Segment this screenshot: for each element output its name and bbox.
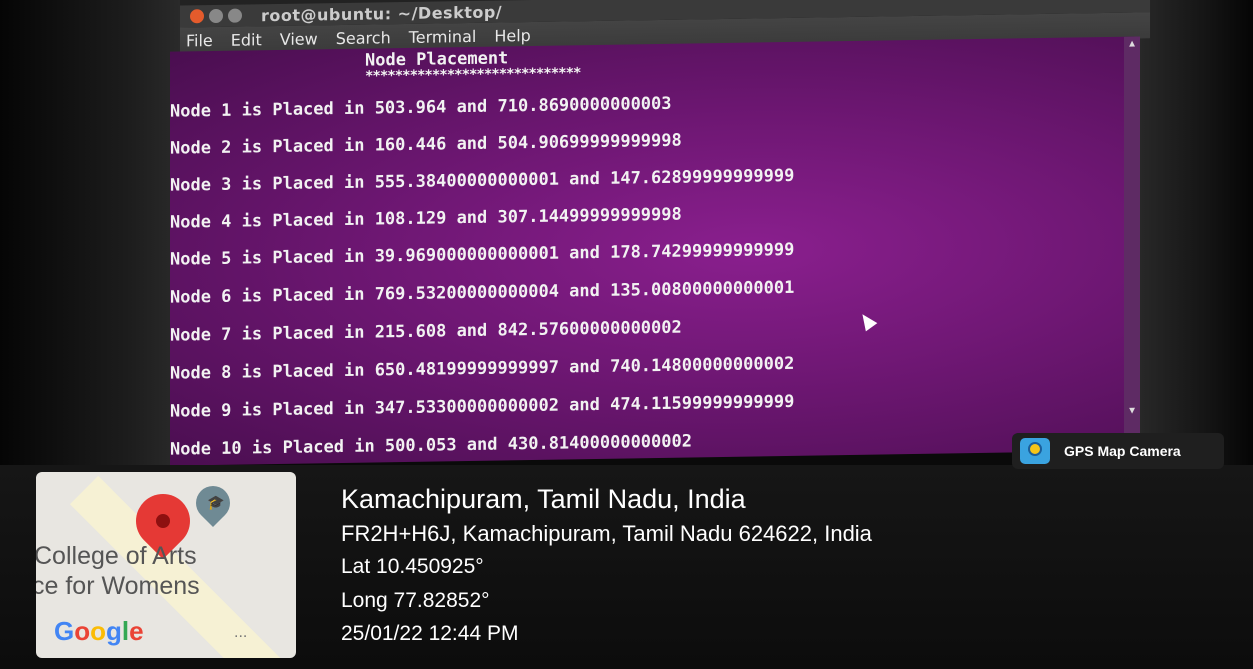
output-line-10: Node 10 is Placed in 500.053 and 430.814… [170,431,692,460]
scroll-down-icon[interactable]: ▼ [1127,405,1137,416]
output-line-7: Node 7 is Placed in 215.608 and 842.5760… [170,317,682,346]
menu-search[interactable]: Search [336,28,391,48]
graduation-cap-icon: 🎓 [207,494,225,510]
output-line-9: Node 9 is Placed in 347.53300000000002 a… [170,391,795,422]
terminal-window: root@ubuntu: ~/Desktop/ File Edit View S… [150,0,1160,466]
map-dots: ... [234,624,248,641]
output-line-2: Node 2 is Placed in 160.446 and 504.9069… [170,130,682,159]
location-datetime: 25/01/22 12:44 PM [341,622,519,645]
map-thumbnail: 🎓 College of Arts ce for Womens Google .… [36,472,296,658]
map-place-label-2: ce for Womens [36,572,200,600]
location-latitude: Lat 10.450925° [341,555,484,578]
output-line-1: Node 1 is Placed in 503.964 and 710.8690… [170,93,672,122]
minimize-icon[interactable] [209,8,223,24]
mouse-cursor-icon [856,310,878,332]
location-place: Kamachipuram, Tamil Nadu, India [341,484,746,514]
output-line-8: Node 8 is Placed in 650.48199999999997 a… [170,353,795,384]
menu-view[interactable]: View [280,29,318,49]
google-logo: Google [54,616,144,646]
close-icon[interactable] [190,9,204,24]
output-separator: ***************************** [365,65,581,85]
output-line-3: Node 3 is Placed in 555.38400000000001 a… [170,165,795,196]
menu-terminal[interactable]: Terminal [409,26,477,46]
gps-camera-icon [1020,438,1050,464]
output-line-6: Node 6 is Placed in 769.53200000000004 a… [170,277,795,308]
menu-file[interactable]: File [186,31,213,50]
terminal-scrollbar[interactable]: ▲ ▼ [1124,36,1140,451]
map-place-label-1: College of Arts [36,542,197,570]
gps-camera-label: GPS Map Camera [1064,443,1181,459]
menu-help[interactable]: Help [494,26,530,46]
gps-camera-badge: GPS Map Camera [1012,433,1224,469]
terminal-output[interactable]: Node Placement *************************… [170,36,1140,466]
window-title: root@ubuntu: ~/Desktop/ [261,1,503,25]
output-line-5: Node 5 is Placed in 39.969000000000001 a… [170,239,795,270]
location-address: FR2H+H6J, Kamachipuram, Tamil Nadu 62462… [341,521,872,546]
maximize-icon[interactable] [228,8,242,23]
menu-edit[interactable]: Edit [231,30,262,49]
scroll-up-icon[interactable]: ▲ [1127,38,1137,49]
location-longitude: Long 77.82852° [341,589,490,612]
output-line-4: Node 4 is Placed in 108.129 and 307.1449… [170,204,682,233]
